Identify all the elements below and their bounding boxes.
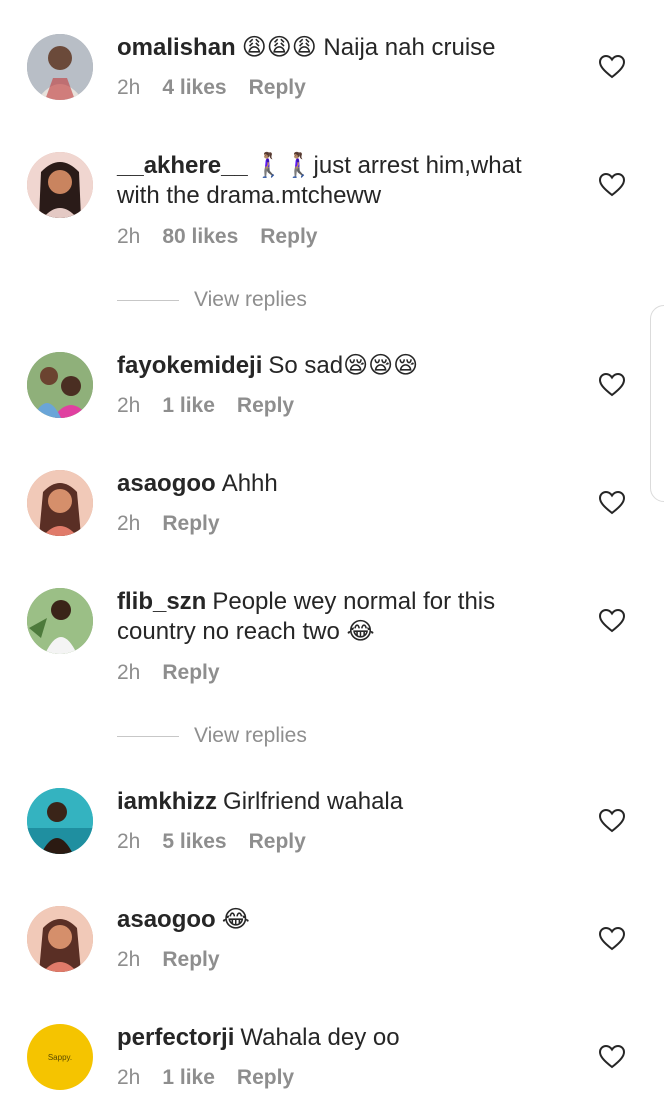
username[interactable]: omalishan [117,34,236,61]
comment-meta: 2h Reply [117,948,242,972]
divider-line [117,735,179,737]
timestamp: 2h [117,1066,141,1089]
comment-meta: 2h Reply [117,512,242,536]
timestamp: 2h [117,830,141,853]
reply-button[interactable]: Reply [162,661,219,684]
likes-count[interactable]: 80 likes [162,225,238,248]
reply-button[interactable]: Reply [162,512,219,535]
avatar-image [27,906,93,972]
reply-button[interactable]: Reply [162,948,219,971]
avatar[interactable] [27,588,93,654]
timestamp: 2h [117,225,141,248]
heart-outline-icon[interactable] [599,55,625,79]
comment-meta: 2h Reply [117,661,242,685]
username[interactable]: asaogoo [117,470,216,497]
timestamp: 2h [117,661,141,684]
divider-line [117,299,179,301]
reply-button[interactable]: Reply [260,225,317,248]
username[interactable]: __akhere__ [117,152,248,179]
avatar[interactable]: Sappy. [27,1024,93,1090]
comment-body: 😂 [221,906,250,933]
timestamp: 2h [117,394,141,417]
likes-count[interactable]: 5 likes [162,830,226,853]
comment-body: So sad😪😪😪 [268,352,419,379]
timestamp: 2h [117,948,141,971]
comment-body: Ahhh [221,470,278,497]
comment-body: Girlfriend wahala [223,788,404,815]
likes-count[interactable]: 1 like [162,394,215,417]
heart-outline-icon[interactable] [599,927,625,951]
heart-outline-icon[interactable] [599,373,625,397]
comment-meta: 2h 5 likes Reply [117,830,328,854]
avatar[interactable] [27,470,93,536]
avatar-image [27,588,93,654]
comment-meta: 2h 4 likes Reply [117,76,328,100]
comment-body: Wahala dey oo [240,1024,400,1051]
view-replies-label: View replies [194,288,307,311]
username[interactable]: iamkhizz [117,788,217,815]
heart-outline-icon[interactable] [599,173,625,197]
heart-outline-icon[interactable] [599,809,625,833]
reply-button[interactable]: Reply [237,1066,294,1089]
view-replies-label: View replies [194,724,307,747]
comment-text: fayokemideji So sad😪😪😪 [117,351,557,381]
reply-button[interactable]: Reply [237,394,294,417]
heart-outline-icon[interactable] [599,1045,625,1069]
comment-meta: 2h 1 like Reply [117,1066,316,1090]
comment-text: omalishan 😩😩😩 Naija nah cruise [117,33,557,63]
comment-text: asaogoo Ahhh [117,469,557,499]
comment-meta: 2h 1 like Reply [117,394,316,418]
comment-body: 😩😩😩 Naija nah cruise [241,34,496,61]
avatar-image [27,152,93,218]
avatar[interactable] [27,352,93,418]
timestamp: 2h [117,512,141,535]
reply-button[interactable]: Reply [249,76,306,99]
avatar-image [27,352,93,418]
avatar[interactable] [27,788,93,854]
comment-meta: 2h 80 likes Reply [117,225,339,249]
avatar-image [27,34,93,100]
username[interactable]: fayokemideji [117,352,262,379]
comment-text: flib_szn People wey normal for this count… [117,587,557,647]
heart-outline-icon[interactable] [599,609,625,633]
comment-text: iamkhizz Girlfriend wahala [117,787,557,817]
comment-text: asaogoo 😂 [117,905,557,935]
comment-text: perfectorji Wahala dey oo [117,1023,557,1053]
view-replies-button[interactable]: View replies [117,724,307,748]
view-replies-button[interactable]: View replies [117,288,307,312]
avatar[interactable] [27,34,93,100]
likes-count[interactable]: 4 likes [162,76,226,99]
avatar-image [27,470,93,536]
side-panel-handle[interactable] [650,305,664,502]
timestamp: 2h [117,76,141,99]
username[interactable]: asaogoo [117,906,216,933]
username[interactable]: flib_szn [117,588,206,615]
avatar-text: Sappy. [47,1052,73,1062]
reply-button[interactable]: Reply [249,830,306,853]
avatar[interactable] [27,906,93,972]
avatar[interactable] [27,152,93,218]
heart-outline-icon[interactable] [599,491,625,515]
comment-text: __akhere__ 🚶🏽‍♀️🚶🏽‍♀️just arrest him,what… [117,151,557,211]
likes-count[interactable]: 1 like [162,1066,215,1089]
username[interactable]: perfectorji [117,1024,234,1051]
avatar-image [27,788,93,854]
